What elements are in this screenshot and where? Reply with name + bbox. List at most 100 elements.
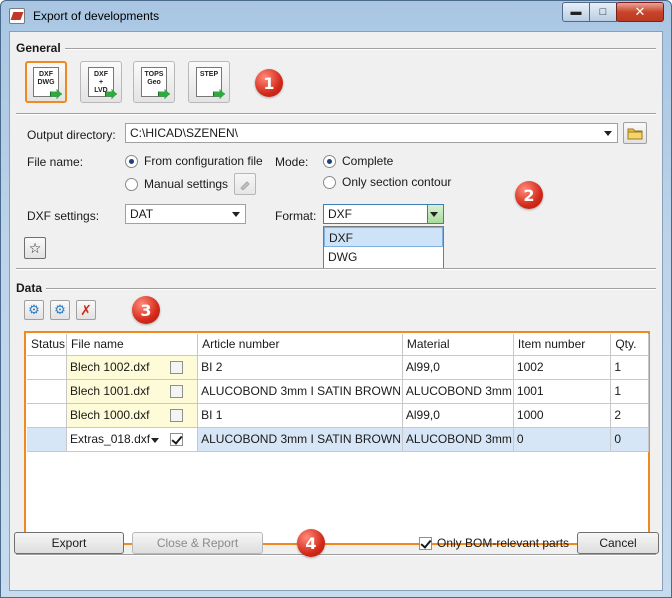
file-name-from-config-label: From configuration file (144, 154, 263, 168)
row-checkbox[interactable] (170, 408, 184, 422)
file-name-text: Blech 1000.dxf (70, 408, 150, 422)
delete-button[interactable]: ✗ (76, 300, 96, 320)
chevron-down-icon (604, 131, 612, 136)
dxf-settings-label: DXF settings: (27, 209, 100, 223)
cell-file-name[interactable]: Blech 1002.dxf (66, 355, 199, 380)
radio-selected-icon (125, 154, 138, 168)
file-name-text: Blech 1002.dxf (70, 360, 150, 374)
cell-status (27, 403, 68, 428)
app-icon (9, 8, 25, 24)
chevron-down-icon[interactable] (151, 437, 160, 443)
delete-x-icon: ✗ (80, 301, 92, 318)
row-checkbox[interactable] (170, 360, 184, 374)
checkbox-checked-icon (419, 536, 432, 550)
dxf-lvd-format-button[interactable]: DXF + LVD (80, 61, 122, 103)
settings-separator (16, 113, 656, 115)
column-header-item-number[interactable]: Item number (513, 334, 612, 356)
file-name-from-config-radio[interactable]: From configuration file (125, 154, 263, 168)
cell-qty: 2 (610, 403, 649, 428)
dxf-dwg-format-button[interactable]: DXF DWG (25, 61, 67, 103)
cell-file-name[interactable]: Blech 1001.dxf (66, 379, 199, 404)
format-combo[interactable]: DXF (323, 204, 444, 224)
data-section-title: Data (16, 281, 47, 295)
tops-geo-icon: TOPS Geo (141, 67, 167, 97)
file-name-manual-radio[interactable]: Manual settings (125, 177, 228, 191)
dxf-lvd-icon: DXF + LVD (88, 67, 114, 97)
step-format-button[interactable]: STEP (188, 61, 230, 103)
settings-gear-button[interactable]: ⚙ (50, 300, 70, 320)
tops-geo-format-button[interactable]: TOPS Geo (133, 61, 175, 103)
table-row[interactable]: Blech 1001.dxf ALUCOBOND 3mm I SATIN BRO… (27, 379, 649, 404)
cell-material: Al99,0 (402, 403, 514, 428)
export-button[interactable]: Export (14, 532, 124, 554)
gear-icon: ⚙ (54, 302, 66, 317)
cell-item-number: 1002 (513, 355, 612, 380)
format-dropdown-list: DXF DWG (323, 226, 444, 269)
export-dialog: Export of developments ▬ □ ✕ General DXF… (0, 0, 672, 598)
callout-badge-2: 2 (515, 181, 543, 209)
column-header-status[interactable]: Status (27, 334, 68, 356)
cell-status (27, 427, 68, 452)
file-name-text: Extras_018.dxf (70, 432, 151, 446)
general-separator (16, 48, 656, 50)
column-header-file-name[interactable]: File name (66, 334, 199, 356)
close-and-report-button[interactable]: Close & Report (132, 532, 263, 554)
callout-badge-1: 1 (255, 69, 283, 97)
table-row-selected[interactable]: Extras_018.dxf ALUCOBOND 3mm I SATIN BRO… (27, 427, 649, 452)
only-bom-label: Only BOM-relevant parts (437, 536, 570, 550)
minimize-button[interactable]: ▬ (562, 2, 590, 22)
cell-qty: 1 (610, 379, 649, 404)
gear-add-icon: ⚙ (28, 302, 40, 317)
data-separator (16, 288, 656, 290)
mode-complete-radio[interactable]: Complete (323, 154, 393, 168)
folder-icon (627, 128, 643, 140)
favorites-button[interactable]: ☆ (24, 237, 46, 259)
step-icon: STEP (196, 67, 222, 97)
column-header-article-number[interactable]: Article number (197, 334, 403, 356)
cell-material: ALUCOBOND 3mm (402, 379, 514, 404)
output-directory-label: Output directory: (27, 128, 116, 142)
mode-section-contour-radio[interactable]: Only section contour (323, 175, 451, 189)
minimize-icon: ▬ (570, 6, 582, 18)
browse-folder-button[interactable] (623, 122, 647, 144)
format-option-dxf[interactable]: DXF (324, 227, 443, 247)
cell-article-number: ALUCOBOND 3mm I SATIN BROWN (197, 427, 403, 452)
only-bom-checkbox[interactable]: Only BOM-relevant parts (419, 536, 569, 550)
footer-separator (16, 554, 656, 556)
radio-unselected-icon (323, 175, 336, 189)
mode-section-contour-label: Only section contour (342, 175, 452, 189)
maximize-icon: □ (599, 6, 607, 18)
column-header-qty[interactable]: Qty. (610, 334, 649, 356)
cell-file-name[interactable]: Extras_018.dxf (66, 427, 199, 452)
row-checkbox[interactable] (170, 384, 184, 398)
dialog-client: General DXF DWG DXF + LVD TOPS Geo STEP 1 Ou… (9, 31, 663, 591)
cell-file-name[interactable]: Blech 1000.dxf (66, 403, 199, 428)
row-checkbox[interactable] (170, 432, 184, 446)
data-grid: Status File name Article number Material… (24, 331, 650, 545)
title-bar: Export of developments ▬ □ ✕ (1, 1, 671, 31)
manual-settings-button[interactable] (234, 173, 256, 195)
cancel-button[interactable]: Cancel (577, 532, 659, 554)
chevron-down-icon (430, 212, 438, 217)
dxf-settings-combo[interactable]: DAT (125, 204, 246, 224)
cell-article-number: BI 1 (197, 403, 403, 428)
cell-material: Al99,0 (402, 355, 514, 380)
output-directory-combo[interactable]: C:\HICAD\SZENEN\ (125, 123, 618, 143)
table-row[interactable]: Blech 1000.dxf BI 1 Al99,0 1000 2 (27, 403, 649, 428)
format-label: Format: (275, 209, 317, 223)
maximize-button[interactable]: □ (589, 2, 617, 22)
table-row[interactable]: Blech 1002.dxf BI 2 Al99,0 1002 1 (27, 355, 649, 380)
mode-complete-label: Complete (342, 154, 394, 168)
add-gear-button[interactable]: ⚙ (24, 300, 44, 320)
format-option-dwg[interactable]: DWG (324, 247, 443, 267)
dxf-settings-value: DAT (130, 207, 154, 221)
file-name-label: File name: (27, 155, 84, 169)
close-button[interactable]: ✕ (616, 2, 664, 22)
cell-status (27, 355, 68, 380)
dxf-dwg-icon: DXF DWG (33, 67, 59, 97)
file-name-text: Blech 1001.dxf (70, 384, 150, 398)
column-header-material[interactable]: Material (402, 334, 514, 356)
callout-badge-3: 3 (132, 296, 160, 324)
radio-unselected-icon (125, 177, 138, 191)
format-value: DXF (328, 207, 352, 221)
